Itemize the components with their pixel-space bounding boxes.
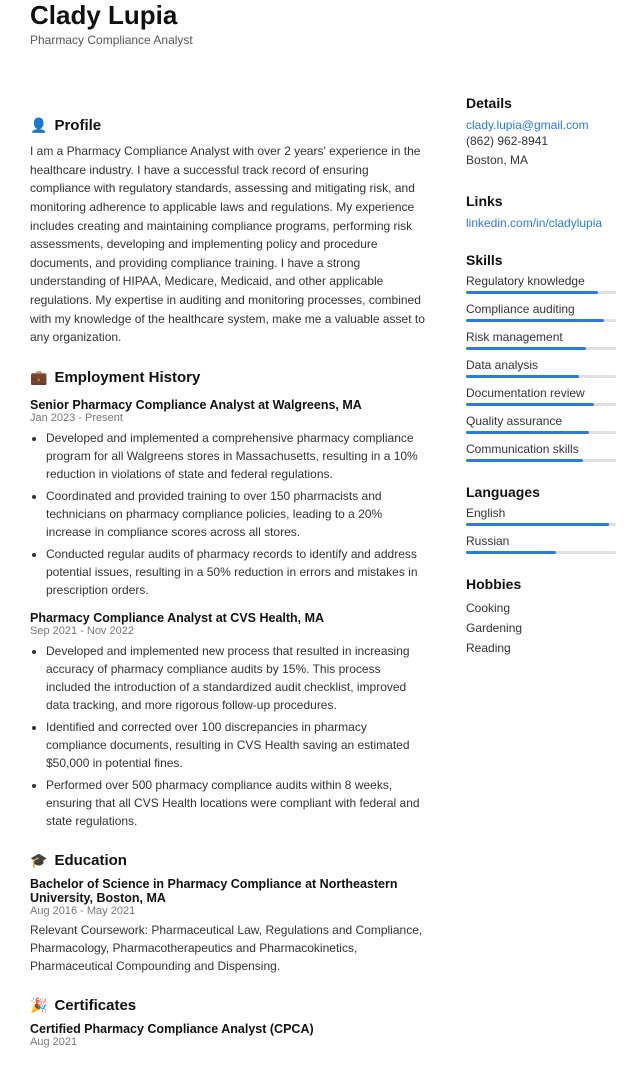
employment-icon: 💼 <box>30 369 47 386</box>
skill-bar-fill-5 <box>466 431 589 434</box>
skill-item-2: Risk management <box>466 330 616 350</box>
skill-bar-fill-4 <box>466 403 594 406</box>
skill-item-5: Quality assurance <box>466 414 616 434</box>
hobby-item-2: Reading <box>466 638 616 658</box>
skill-label-6: Communication skills <box>466 442 616 456</box>
job-bullet-1-3: Conducted regular audits of pharmacy rec… <box>46 545 426 599</box>
skill-bar-bg-6 <box>466 459 616 462</box>
skill-label-1: Compliance auditing <box>466 302 616 316</box>
skill-bar-fill-6 <box>466 459 583 462</box>
skill-bar-bg-5 <box>466 431 616 434</box>
skill-label-5: Quality assurance <box>466 414 616 428</box>
job-title-1: Senior Pharmacy Compliance Analyst at Wa… <box>30 398 426 412</box>
skill-label-3: Data analysis <box>466 358 616 372</box>
hobby-item-0: Cooking <box>466 598 616 618</box>
edu-entry-1: Bachelor of Science in Pharmacy Complian… <box>30 877 426 975</box>
cert-name-1: Certified Pharmacy Compliance Analyst (C… <box>30 1022 426 1036</box>
hobbies-list: CookingGardeningReading <box>466 598 616 659</box>
phone-text: (862) 962-8941 <box>466 132 616 151</box>
page-layout: 👤 Profile I am a Pharmacy Compliance Ana… <box>0 65 640 1078</box>
lang-bar-fill-1 <box>466 551 556 554</box>
skill-item-4: Documentation review <box>466 386 616 406</box>
job-entry-2: Pharmacy Compliance Analyst at CVS Healt… <box>30 611 426 830</box>
hobbies-section-title: Hobbies <box>466 576 616 592</box>
profile-icon: 👤 <box>30 117 47 134</box>
skill-item-1: Compliance auditing <box>466 302 616 322</box>
edu-date-1: Aug 2016 - May 2021 <box>30 905 426 917</box>
languages-list: English Russian <box>466 506 616 554</box>
job-date-2: Sep 2021 - Nov 2022 <box>30 625 426 637</box>
hobby-item-1: Gardening <box>466 618 616 638</box>
skill-label-4: Documentation review <box>466 386 616 400</box>
education-section-title: 🎓 Education <box>30 852 426 869</box>
job-bullets-1: Developed and implemented a comprehensiv… <box>30 429 426 599</box>
lang-label-0: English <box>466 506 616 520</box>
skill-bar-bg-1 <box>466 319 616 322</box>
skill-label-0: Regulatory knowledge <box>466 274 616 288</box>
lang-bar-bg-0 <box>466 523 616 526</box>
cert-entry-1: Certified Pharmacy Compliance Analyst (C… <box>30 1022 426 1048</box>
lang-bar-fill-0 <box>466 523 609 526</box>
job-bullet-1-1: Developed and implemented a comprehensiv… <box>46 429 426 483</box>
details-section-title: Details <box>466 95 616 111</box>
skill-bar-fill-1 <box>466 319 604 322</box>
skill-bar-bg-2 <box>466 347 616 350</box>
lang-label-1: Russian <box>466 534 616 548</box>
edu-degree-1: Bachelor of Science in Pharmacy Complian… <box>30 877 426 905</box>
job-bullet-2-2: Identified and corrected over 100 discre… <box>46 718 426 772</box>
skill-item-6: Communication skills <box>466 442 616 462</box>
employment-section-title: 💼 Employment History <box>30 369 426 386</box>
skill-bar-bg-3 <box>466 375 616 378</box>
skill-bar-fill-2 <box>466 347 586 350</box>
lang-item-1: Russian <box>466 534 616 554</box>
skill-bar-fill-0 <box>466 291 598 294</box>
skill-bar-bg-4 <box>466 403 616 406</box>
skill-label-2: Risk management <box>466 330 616 344</box>
location-text: Boston, MA <box>466 151 616 170</box>
header: Clady Lupia Pharmacy Compliance Analyst <box>0 0 640 65</box>
skill-item-0: Regulatory knowledge <box>466 274 616 294</box>
job-bullet-1-2: Coordinated and provided training to ove… <box>46 487 426 541</box>
cert-date-1: Aug 2021 <box>30 1036 426 1048</box>
candidate-subtitle: Pharmacy Compliance Analyst <box>30 33 640 47</box>
job-bullet-2-1: Developed and implemented new process th… <box>46 642 426 714</box>
job-entry-1: Senior Pharmacy Compliance Analyst at Wa… <box>30 398 426 599</box>
email-link[interactable]: clady.lupia@gmail.com <box>466 118 589 132</box>
profile-text: I am a Pharmacy Compliance Analyst with … <box>30 142 426 347</box>
links-section-title: Links <box>466 193 616 209</box>
education-icon: 🎓 <box>30 852 47 869</box>
languages-section-title: Languages <box>466 484 616 500</box>
skill-bar-fill-3 <box>466 375 579 378</box>
lang-bar-bg-1 <box>466 551 616 554</box>
skill-item-3: Data analysis <box>466 358 616 378</box>
lang-item-0: English <box>466 506 616 526</box>
certificate-icon: 🎉 <box>30 997 47 1014</box>
job-title-2: Pharmacy Compliance Analyst at CVS Healt… <box>30 611 426 625</box>
job-date-1: Jan 2023 - Present <box>30 412 426 424</box>
job-bullets-2: Developed and implemented new process th… <box>30 642 426 830</box>
certificates-section-title: 🎉 Certificates <box>30 997 426 1014</box>
skill-bar-bg-0 <box>466 291 616 294</box>
skills-section-title: Skills <box>466 252 616 268</box>
linkedin-link[interactable]: linkedin.com/in/cladylupia <box>466 216 602 230</box>
skills-list: Regulatory knowledge Compliance auditing… <box>466 274 616 462</box>
edu-text-1: Relevant Coursework: Pharmaceutical Law,… <box>30 921 426 975</box>
candidate-name: Clady Lupia <box>30 0 640 31</box>
profile-section-title: 👤 Profile <box>30 117 426 134</box>
job-bullet-2-3: Performed over 500 pharmacy compliance a… <box>46 776 426 830</box>
